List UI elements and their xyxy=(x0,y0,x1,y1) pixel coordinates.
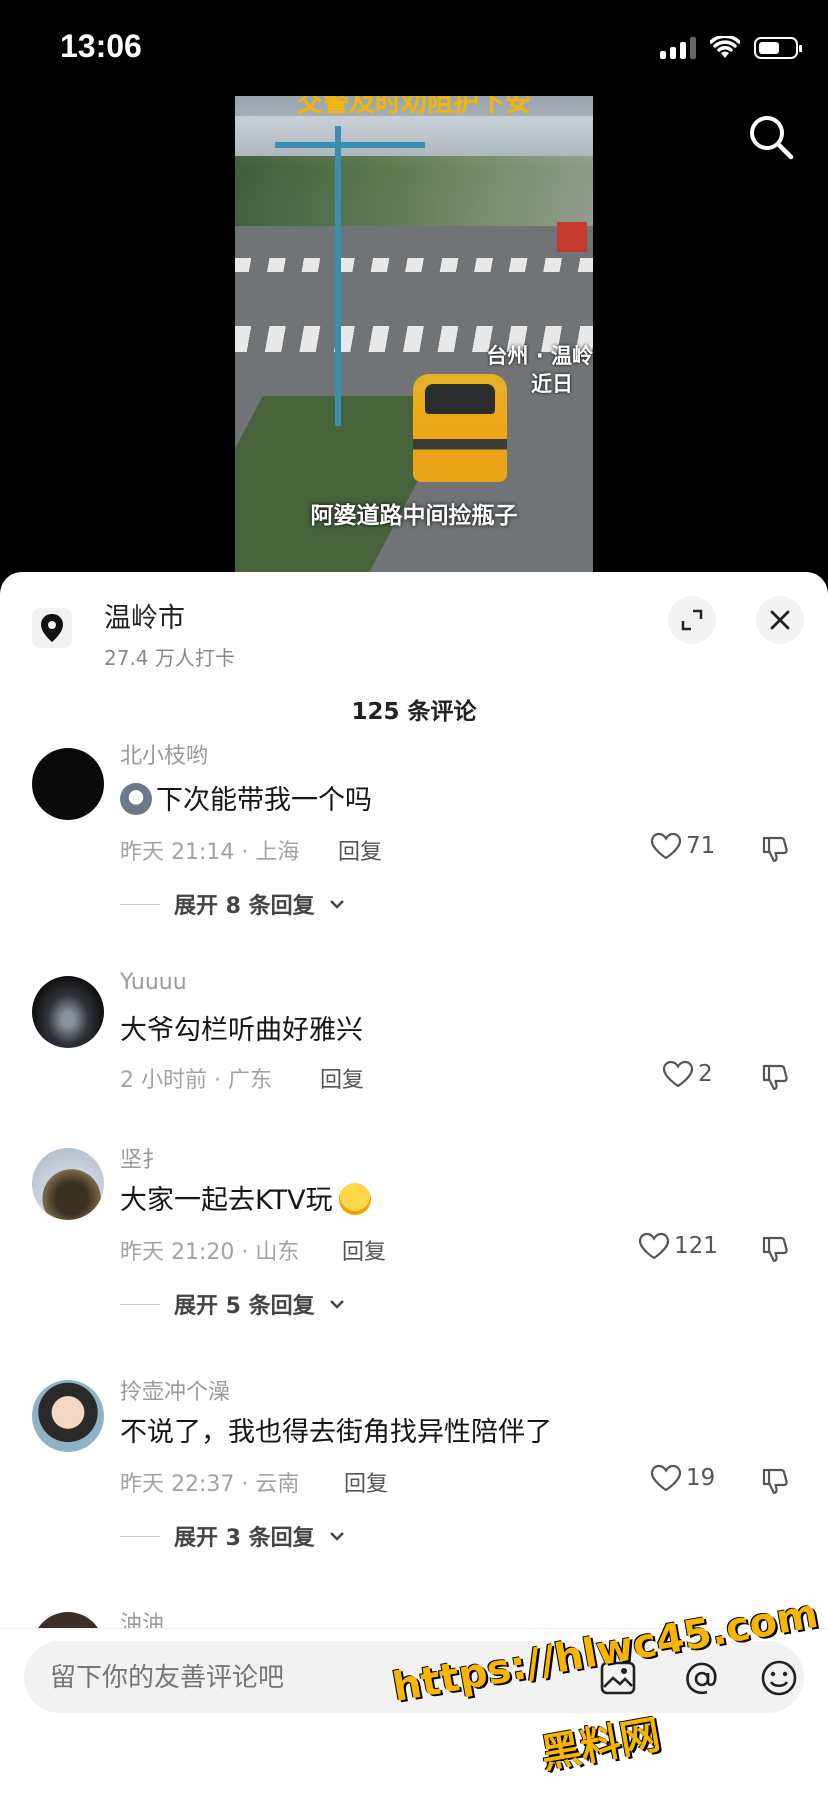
comment-text: 不说了，我也得去街角找异性陪伴了 xyxy=(120,1417,552,1448)
like-count: 2 xyxy=(698,1061,713,1087)
cat-emoji-icon xyxy=(120,783,152,815)
like-count: 19 xyxy=(686,1465,716,1491)
chevron-down-icon xyxy=(329,1300,344,1309)
comment-username[interactable]: 坚扌 xyxy=(120,1142,164,1174)
at-icon[interactable] xyxy=(684,1661,720,1697)
location-name[interactable]: 温岭市 xyxy=(104,596,185,635)
dislike-icon[interactable] xyxy=(760,1234,790,1264)
heart-icon xyxy=(638,1232,670,1260)
comment-username[interactable]: 拎壶冲个澡 xyxy=(120,1374,230,1406)
video-player[interactable]: 交警及时劝阻护下安 台州 · 温岭 近日 阿婆道路中间捡瓶子 xyxy=(235,96,593,572)
comment-time-place: 昨天 22:37 · 云南 xyxy=(120,1472,300,1497)
reply-button[interactable]: 回复 xyxy=(342,1234,386,1266)
video-location-overlay: 台州 · 温岭 近日 xyxy=(486,342,593,398)
video-pole xyxy=(275,142,425,148)
expand-replies-button[interactable]: 展开 8 条回复 xyxy=(120,888,345,920)
video-subtitle: 阿婆道路中间捡瓶子 xyxy=(310,503,518,529)
like-count: 71 xyxy=(686,833,716,859)
video-location-line1: 台州 · 温岭 xyxy=(486,344,593,368)
status-time: 13:06 xyxy=(60,28,142,64)
close-icon xyxy=(770,610,790,630)
comments-count: 125 条评论 xyxy=(351,699,477,725)
heart-icon xyxy=(650,1464,682,1492)
reply-button[interactable]: 回复 xyxy=(320,1062,364,1094)
comment-time-place: 昨天 21:14 · 上海 xyxy=(120,840,300,865)
video-sky xyxy=(235,116,593,156)
video-crosswalk-far xyxy=(235,258,593,272)
avatar[interactable] xyxy=(32,748,104,820)
like-button[interactable]: 71 xyxy=(650,832,715,860)
video-truck xyxy=(557,222,587,252)
status-icons xyxy=(660,36,802,60)
dislike-icon[interactable] xyxy=(760,1466,790,1496)
video-trees xyxy=(235,156,593,226)
comment-text: 大爷勾栏听曲好雅兴 xyxy=(120,1015,363,1046)
emoji-icon[interactable] xyxy=(760,1659,798,1697)
comment-text-content: 下次能带我一个吗 xyxy=(156,785,372,816)
video-pole xyxy=(335,126,341,426)
comment-time-place: 昨天 21:20 · 山东 xyxy=(120,1240,300,1265)
comment-username[interactable]: Yuuuu xyxy=(120,970,187,995)
search-icon[interactable] xyxy=(748,114,794,160)
comment-text: 大家一起去KTV玩 xyxy=(120,1178,375,1217)
cellular-signal-icon xyxy=(660,37,696,59)
battery-icon xyxy=(754,37,802,59)
expand-replies-button[interactable]: 展开 5 条回复 xyxy=(120,1288,345,1320)
chevron-down-icon xyxy=(329,900,344,909)
like-button[interactable]: 2 xyxy=(662,1060,713,1088)
comment-time-place: 2 小时前 · 广东 xyxy=(120,1068,272,1093)
comment-text-content: 大家一起去KTV玩 xyxy=(120,1185,333,1216)
location-checkins: 27.4 万人打卡 xyxy=(104,646,235,670)
reply-button[interactable]: 回复 xyxy=(344,1466,388,1498)
close-button[interactable] xyxy=(756,596,804,644)
expand-replies-label: 展开 8 条回复 xyxy=(174,894,315,919)
expand-replies-button[interactable]: 展开 3 条回复 xyxy=(120,1520,345,1552)
reply-button[interactable]: 回复 xyxy=(338,834,382,866)
location-pin-icon xyxy=(32,608,72,648)
chevron-down-icon xyxy=(329,1532,344,1541)
status-bar: 13:06 xyxy=(0,0,828,96)
heart-icon xyxy=(662,1060,694,1088)
avatar[interactable] xyxy=(32,976,104,1048)
heart-icon xyxy=(650,832,682,860)
avatar[interactable] xyxy=(32,1148,104,1220)
like-count: 121 xyxy=(674,1233,718,1259)
like-button[interactable]: 121 xyxy=(638,1232,718,1260)
video-location-line2: 近日 xyxy=(531,372,573,396)
comment-text: 下次能带我一个吗 xyxy=(120,778,372,817)
expand-icon xyxy=(681,609,703,631)
laughing-emoji-icon xyxy=(338,1183,371,1215)
expand-replies-label: 展开 5 条回复 xyxy=(174,1294,315,1319)
expand-button[interactable] xyxy=(668,596,716,644)
dislike-icon[interactable] xyxy=(760,1062,790,1092)
like-button[interactable]: 19 xyxy=(650,1464,715,1492)
expand-replies-label: 展开 3 条回复 xyxy=(174,1526,315,1551)
wifi-icon xyxy=(710,36,740,58)
comment-username[interactable]: 北小枝哟 xyxy=(120,738,208,770)
video-top-caption: 交警及时劝阻护下安 xyxy=(296,96,531,118)
dislike-icon[interactable] xyxy=(760,834,790,864)
avatar[interactable] xyxy=(32,1380,104,1452)
